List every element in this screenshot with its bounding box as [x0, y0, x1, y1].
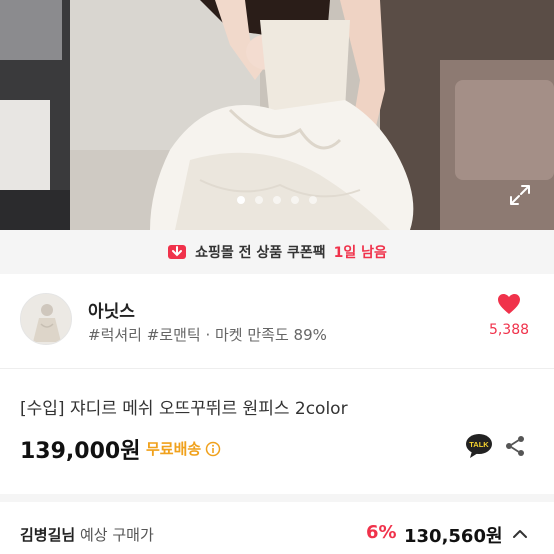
- product-price: 139,000원: [20, 439, 141, 464]
- expand-icon[interactable]: [508, 183, 532, 207]
- seller-name[interactable]: 아닛스: [88, 297, 135, 322]
- product-image[interactable]: [0, 0, 554, 230]
- section-divider: [0, 494, 554, 502]
- carousel-dot[interactable]: [255, 196, 263, 204]
- talk-icon[interactable]: TALK: [465, 433, 493, 459]
- product-title: [수입] 쟈디르 메쉬 오뜨꾸뛰르 원피스 2color: [20, 399, 348, 419]
- carousel-dot[interactable]: [309, 196, 317, 204]
- heart-icon: [498, 294, 520, 314]
- carousel-dot[interactable]: [291, 196, 299, 204]
- estimate-label: 김병길님 예상 구매가: [20, 524, 154, 545]
- banner-text: 쇼핑몰 전 상품 쿠폰팩: [195, 245, 326, 261]
- carousel-dot[interactable]: [237, 196, 245, 204]
- discount-rate: 6%: [366, 522, 397, 543]
- banner-deadline: 1일 남음: [333, 245, 387, 261]
- avatar[interactable]: [20, 293, 72, 345]
- shipping-badge[interactable]: 무료배송: [146, 438, 221, 459]
- seller-meta: #럭셔리 #로맨틱 · 마켓 만족도 89%: [88, 326, 327, 344]
- like-count: 5,388: [488, 322, 530, 338]
- svg-text:TALK: TALK: [469, 440, 489, 449]
- coupon-banner[interactable]: 쇼핑몰 전 상품 쿠폰팩 1일 남음: [0, 230, 554, 274]
- like-button[interactable]: 5,388: [484, 293, 534, 338]
- coupon-icon: [168, 245, 187, 259]
- estimate-caption: 예상 구매가: [75, 526, 154, 544]
- user-name: 김병길님: [20, 526, 76, 544]
- info-icon[interactable]: [205, 441, 221, 457]
- carousel-dot[interactable]: [273, 196, 281, 204]
- estimate-price: 130,560원: [404, 526, 503, 547]
- shipping-label: 무료배송: [146, 440, 202, 458]
- chevron-up-icon[interactable]: [510, 524, 530, 544]
- divider: [0, 368, 554, 369]
- share-icon[interactable]: [503, 434, 527, 458]
- carousel-dots: [0, 196, 554, 204]
- seller-info[interactable]: 아닛스 #럭셔리 #로맨틱 · 마켓 만족도 89% 5,388: [20, 293, 534, 347]
